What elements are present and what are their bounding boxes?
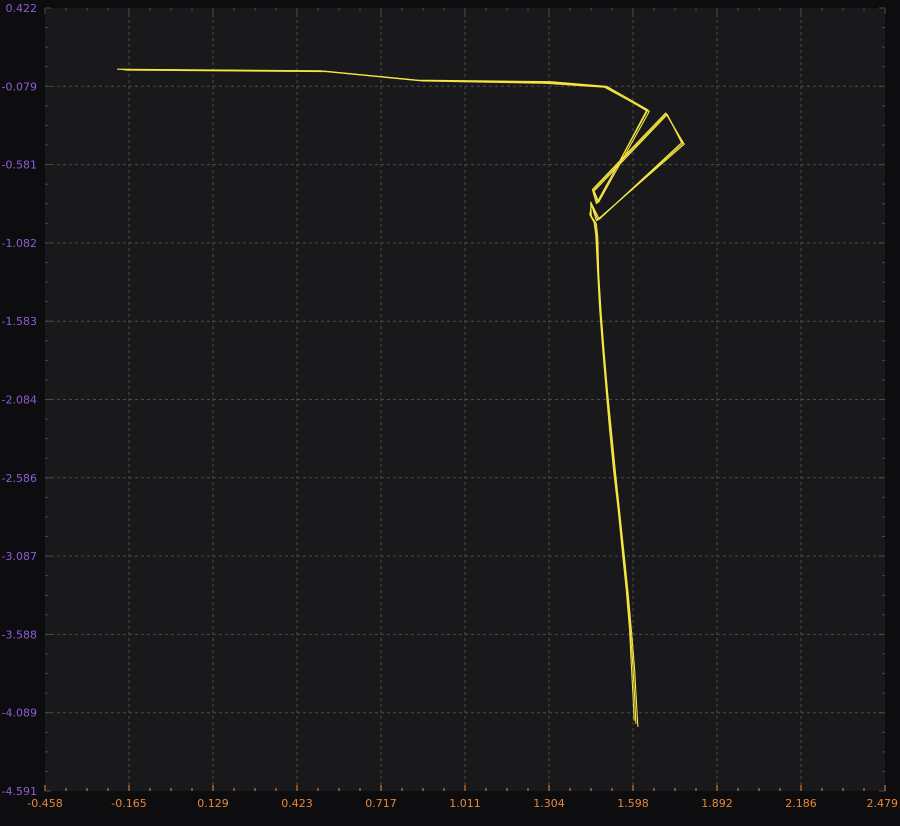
x-tick-label: 1.892 [701,797,733,810]
y-tick-label: -2.084 [2,394,37,407]
y-tick-label: -4.089 [2,707,37,720]
x-tick-label: -0.458 [27,797,62,810]
x-tick-label: 0.129 [197,797,229,810]
x-tick-label: 0.423 [281,797,313,810]
y-tick-label: -3.588 [2,628,37,641]
x-axis-tick-labels: -0.458 -0.165 0.129 0.423 0.717 1.011 1.304 1.5… [27,797,898,810]
x-tick-label: 0.717 [365,797,397,810]
y-axis-tick-labels: 0.422 -0.079 -0.581 -1.082 -1.583 -2.084 -2.58… [2,2,37,798]
y-tick-label: -1.583 [2,315,37,328]
x-tick-label: 2.186 [785,797,817,810]
x-tick-label: 1.011 [449,797,481,810]
y-tick-label: -1.082 [2,237,37,250]
x-tick-label: 2.479 [867,797,899,810]
y-tick-label: -0.581 [2,159,37,172]
y-tick-label: -2.586 [2,472,37,485]
y-tick-label: -0.079 [2,80,37,93]
line-chart: 0.422 -0.079 -0.581 -1.082 -1.583 -2.084 -2.58… [2,2,898,810]
y-tick-label: -3.087 [2,550,37,563]
chart-container: 0.422 -0.079 -0.581 -1.082 -1.583 -2.084 -2.58… [0,0,900,821]
x-tick-label: -0.165 [111,797,146,810]
x-tick-label: 1.598 [617,797,649,810]
x-tick-label: 1.304 [533,797,565,810]
y-tick-label: 0.422 [6,2,38,15]
